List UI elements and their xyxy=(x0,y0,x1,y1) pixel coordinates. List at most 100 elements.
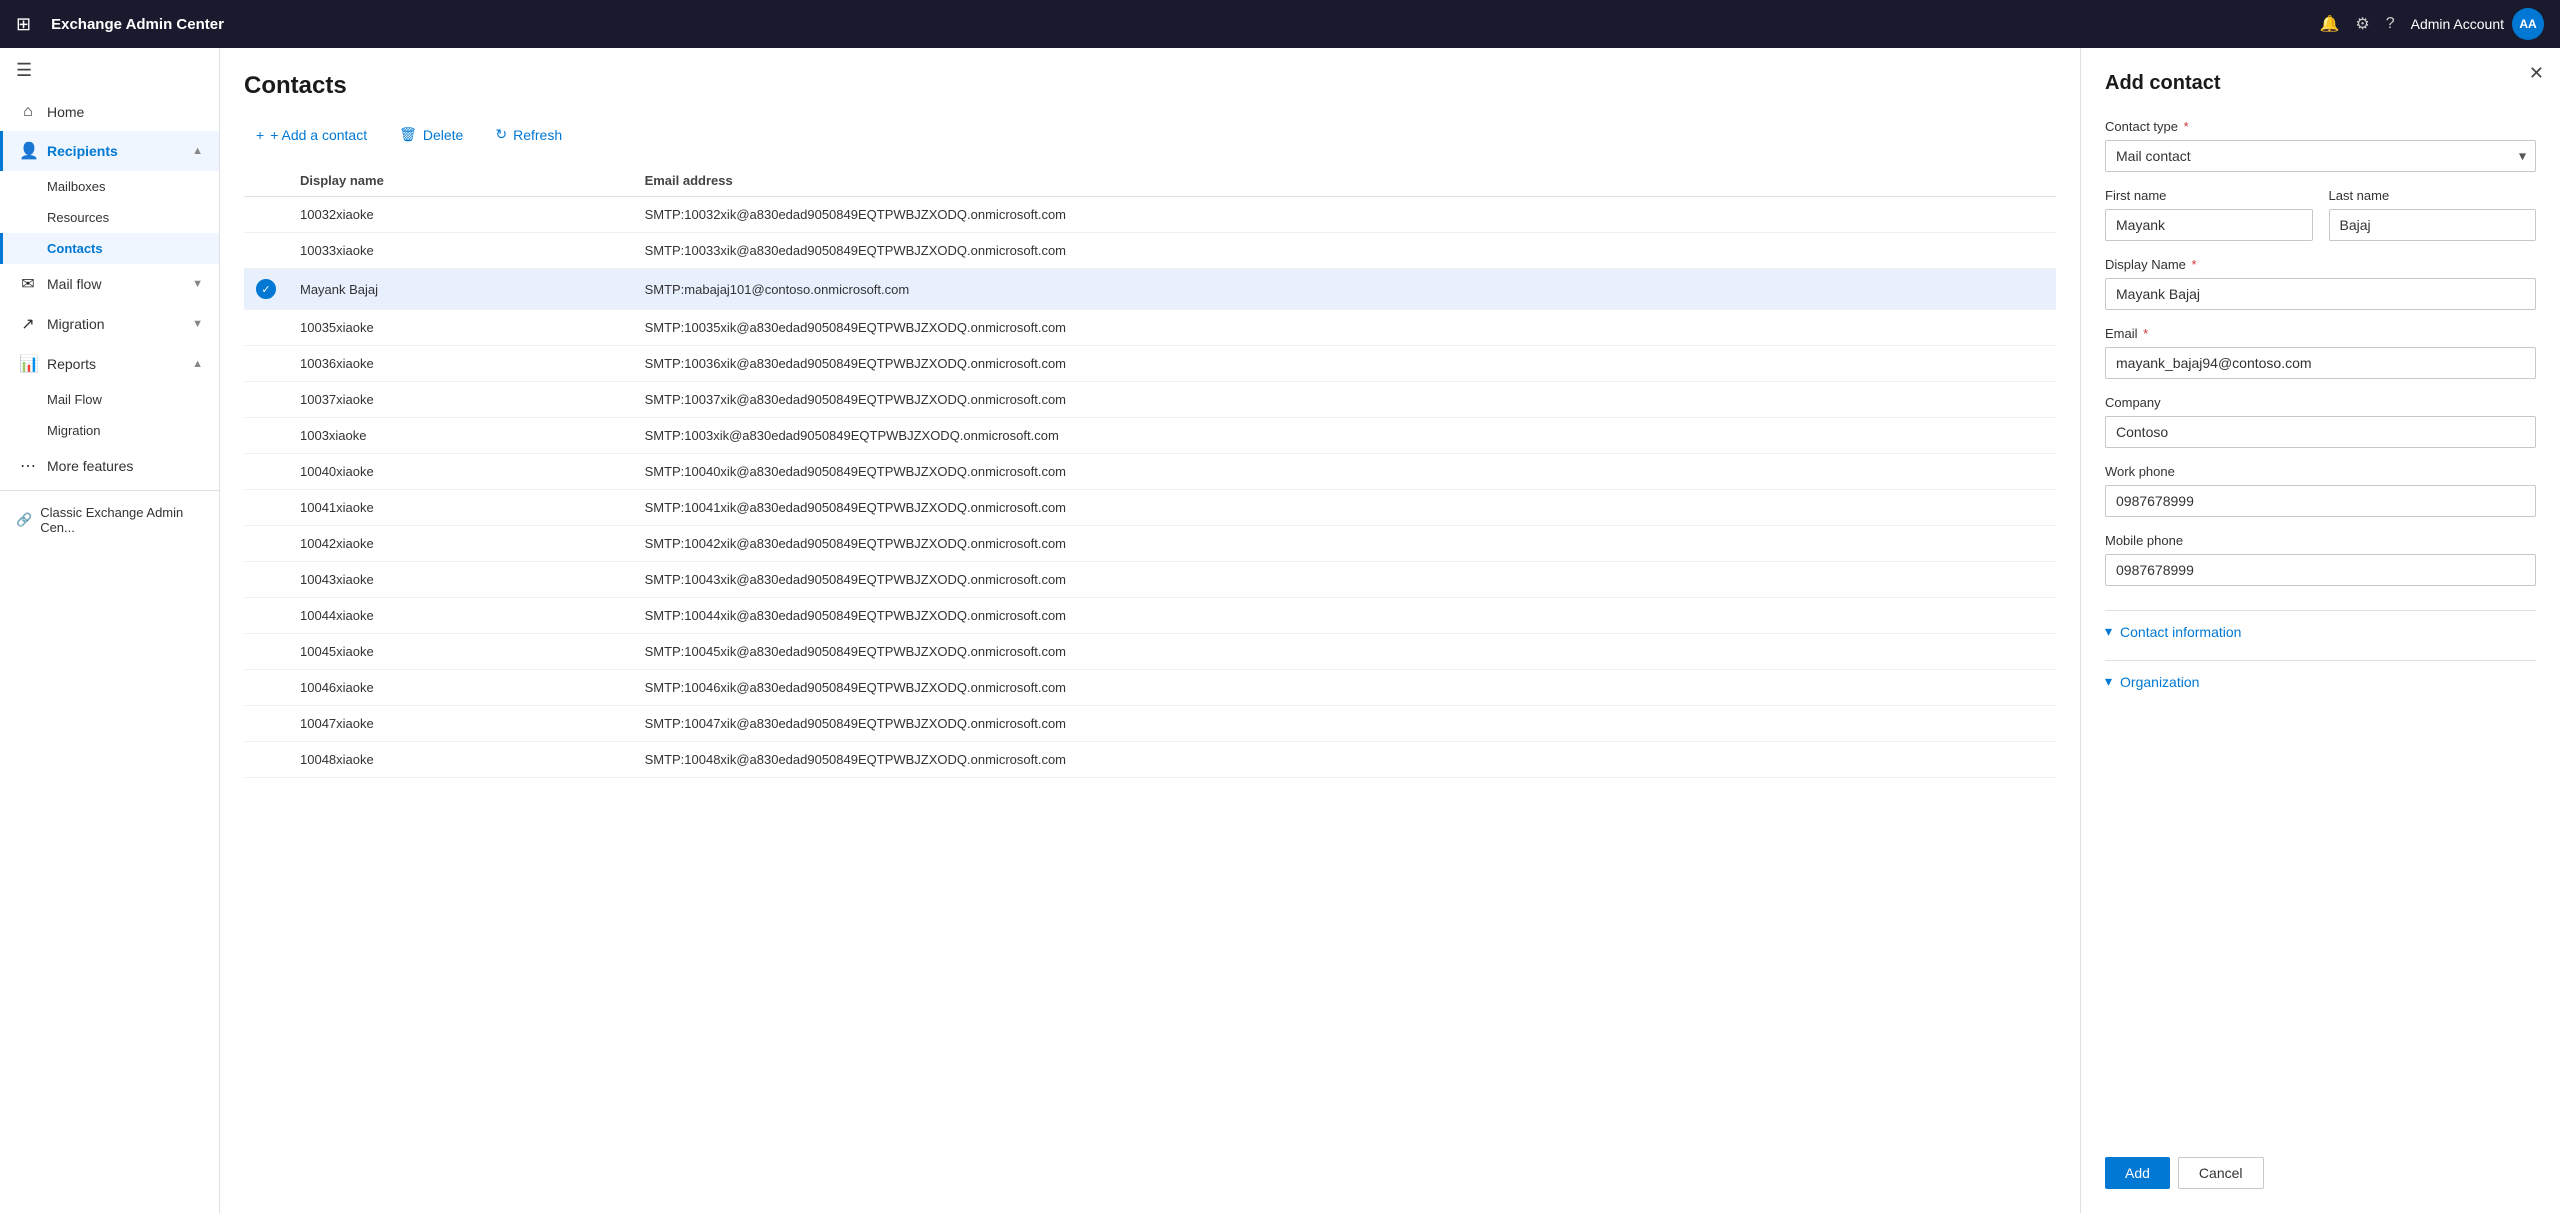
contacts-table: Display name Email address 10032xiaoke S… xyxy=(244,165,2056,778)
organization-toggle[interactable]: ▾ Organization xyxy=(2105,660,2536,702)
chevron-up-icon-reports: ▲ xyxy=(192,358,203,370)
cancel-button[interactable]: Cancel xyxy=(2178,1157,2264,1189)
table-row[interactable]: 10032xiaoke SMTP:10032xik@a830edad905084… xyxy=(244,197,2056,233)
row-check-cell[interactable] xyxy=(244,526,288,562)
table-row[interactable]: 10042xiaoke SMTP:10042xik@a830edad905084… xyxy=(244,526,2056,562)
row-email: SMTP:10043xik@a830edad9050849EQTPWBJZXOD… xyxy=(633,562,2056,598)
sidebar-item-migration[interactable]: ↗ Migration ▼ xyxy=(0,304,219,344)
row-check-cell[interactable] xyxy=(244,634,288,670)
row-check-cell[interactable] xyxy=(244,562,288,598)
avatar: AA xyxy=(2512,8,2544,40)
first-name-label: First name xyxy=(2105,188,2313,203)
display-name-input[interactable] xyxy=(2105,278,2536,310)
row-email: SMTP:10046xik@a830edad9050849EQTPWBJZXOD… xyxy=(633,670,2056,706)
row-check-cell[interactable] xyxy=(244,418,288,454)
delete-button[interactable]: 🗑 Delete xyxy=(387,120,475,149)
row-email: SMTP:10042xik@a830edad9050849EQTPWBJZXOD… xyxy=(633,526,2056,562)
close-panel-button[interactable]: ✕ xyxy=(2529,64,2544,82)
table-row[interactable]: 10033xiaoke SMTP:10033xik@a830edad905084… xyxy=(244,233,2056,269)
apps-icon[interactable]: ⊞ xyxy=(16,14,31,35)
sidebar-item-mailboxes[interactable]: Mailboxes xyxy=(0,171,219,202)
contact-type-group: Contact type * Mail contact Mail user xyxy=(2105,119,2536,172)
table-row[interactable]: 10043xiaoke SMTP:10043xik@a830edad905084… xyxy=(244,562,2056,598)
table-row[interactable]: 10044xiaoke SMTP:10044xik@a830edad905084… xyxy=(244,598,2056,634)
row-email: SMTP:10037xik@a830edad9050849EQTPWBJZXOD… xyxy=(633,382,2056,418)
row-check-cell[interactable] xyxy=(244,382,288,418)
display-name-label: Display Name * xyxy=(2105,257,2536,272)
email-label: Email * xyxy=(2105,326,2536,341)
row-check-cell[interactable] xyxy=(244,269,288,310)
row-check-cell[interactable] xyxy=(244,454,288,490)
user-menu[interactable]: Admin Account AA xyxy=(2411,8,2544,40)
hamburger-button[interactable]: ☰ xyxy=(0,48,219,93)
row-email: SMTP:10033xik@a830edad9050849EQTPWBJZXOD… xyxy=(633,233,2056,269)
first-name-input[interactable] xyxy=(2105,209,2313,241)
sidebar-item-mailflow-report[interactable]: Mail Flow xyxy=(0,384,219,415)
app-body: ☰ ⌂ Home 👤 Recipients ▲ Mailboxes Resour… xyxy=(0,48,2560,1213)
row-display-name: 10033xiaoke xyxy=(288,233,633,269)
table-row[interactable]: 10047xiaoke SMTP:10047xik@a830edad905084… xyxy=(244,706,2056,742)
table-row[interactable]: 10041xiaoke SMTP:10041xik@a830edad905084… xyxy=(244,490,2056,526)
row-check-cell[interactable] xyxy=(244,233,288,269)
table-row[interactable]: 10037xiaoke SMTP:10037xik@a830edad905084… xyxy=(244,382,2056,418)
row-display-name: 10046xiaoke xyxy=(288,670,633,706)
sidebar-item-resources[interactable]: Resources xyxy=(0,202,219,233)
row-check-cell[interactable] xyxy=(244,310,288,346)
row-check-cell[interactable] xyxy=(244,346,288,382)
work-phone-group: Work phone xyxy=(2105,464,2536,517)
email-group: Email * xyxy=(2105,326,2536,379)
mobile-phone-label: Mobile phone xyxy=(2105,533,2536,548)
table-row[interactable]: 10035xiaoke SMTP:10035xik@a830edad905084… xyxy=(244,310,2056,346)
row-check-cell[interactable] xyxy=(244,598,288,634)
mobile-phone-input[interactable] xyxy=(2105,554,2536,586)
row-display-name: 10037xiaoke xyxy=(288,382,633,418)
sidebar-item-reports[interactable]: 📊 Reports ▲ xyxy=(0,344,219,384)
row-display-name: 10032xiaoke xyxy=(288,197,633,233)
contact-info-toggle[interactable]: ▾ Contact information xyxy=(2105,610,2536,652)
table-row[interactable]: 1003xiaoke SMTP:1003xik@a830edad9050849E… xyxy=(244,418,2056,454)
last-name-group: Last name xyxy=(2329,188,2537,241)
last-name-input[interactable] xyxy=(2329,209,2537,241)
table-row[interactable]: 10045xiaoke SMTP:10045xik@a830edad905084… xyxy=(244,634,2056,670)
migration-icon: ↗ xyxy=(19,314,37,334)
row-check-cell[interactable] xyxy=(244,706,288,742)
row-email: SMTP:10032xik@a830edad9050849EQTPWBJZXOD… xyxy=(633,197,2056,233)
table-row[interactable]: Mayank Bajaj SMTP:mabajaj101@contoso.onm… xyxy=(244,269,2056,310)
table-row[interactable]: 10036xiaoke SMTP:10036xik@a830edad905084… xyxy=(244,346,2056,382)
row-display-name: 10043xiaoke xyxy=(288,562,633,598)
row-display-name: 10042xiaoke xyxy=(288,526,633,562)
contact-type-select[interactable]: Mail contact Mail user xyxy=(2105,140,2536,172)
classic-admin-link[interactable]: 🔗 Classic Exchange Admin Cen... xyxy=(0,495,219,545)
sidebar-item-more-features[interactable]: ⋯ More features xyxy=(0,446,219,486)
sidebar-item-contacts[interactable]: Contacts xyxy=(0,233,219,264)
row-check-cell[interactable] xyxy=(244,490,288,526)
help-icon[interactable]: ? xyxy=(2386,15,2395,33)
required-star-email: * xyxy=(2143,326,2148,341)
contact-type-select-wrapper: Mail contact Mail user xyxy=(2105,140,2536,172)
row-check-cell[interactable] xyxy=(244,742,288,778)
row-check-cell[interactable] xyxy=(244,197,288,233)
add-button[interactable]: Add xyxy=(2105,1157,2170,1189)
refresh-button[interactable]: ↻ Refresh xyxy=(483,120,574,149)
gear-icon[interactable]: ⚙ xyxy=(2355,14,2369,34)
table-row[interactable]: 10046xiaoke SMTP:10046xik@a830edad905084… xyxy=(244,670,2056,706)
sidebar-item-home[interactable]: ⌂ Home xyxy=(0,93,219,131)
sidebar-item-mailflow[interactable]: ✉ Mail flow ▼ xyxy=(0,264,219,304)
work-phone-input[interactable] xyxy=(2105,485,2536,517)
row-check-cell[interactable] xyxy=(244,670,288,706)
bell-icon[interactable]: 🔔 xyxy=(2319,14,2339,34)
more-icon: ⋯ xyxy=(19,456,37,476)
email-input[interactable] xyxy=(2105,347,2536,379)
sidebar-item-migration-report[interactable]: Migration xyxy=(0,415,219,446)
sidebar-item-recipients[interactable]: 👤 Recipients ▲ xyxy=(0,131,219,171)
company-input[interactable] xyxy=(2105,416,2536,448)
row-email: SMTP:10040xik@a830edad9050849EQTPWBJZXOD… xyxy=(633,454,2056,490)
row-display-name: 10048xiaoke xyxy=(288,742,633,778)
user-name: Admin Account xyxy=(2411,16,2504,32)
work-phone-label: Work phone xyxy=(2105,464,2536,479)
add-contact-button[interactable]: + + Add a contact xyxy=(244,121,379,149)
table-row[interactable]: 10040xiaoke SMTP:10040xik@a830edad905084… xyxy=(244,454,2056,490)
table-row[interactable]: 10048xiaoke SMTP:10048xik@a830edad905084… xyxy=(244,742,2056,778)
row-display-name: 10047xiaoke xyxy=(288,706,633,742)
row-display-name: 10045xiaoke xyxy=(288,634,633,670)
